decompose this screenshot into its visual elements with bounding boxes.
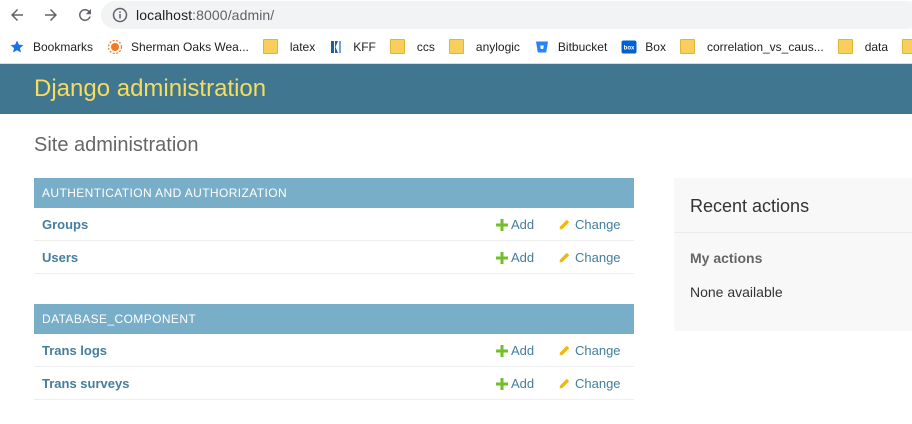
bookmark-bitbucket[interactable]: Bitbucket [526,35,613,59]
arrow-right-icon [45,9,57,21]
bookmark-label: ccs [416,39,435,54]
app-module-auth: Authentication and Authorization Groups … [34,178,634,274]
model-row-trans-logs: Trans logs Add Change [34,334,634,367]
change-label: Change [575,217,621,232]
pencil-icon [559,252,570,262]
back-button[interactable] [7,5,27,25]
folder-icon [389,39,405,54]
add-label: Add [511,376,535,391]
add-label: Add [511,343,535,358]
add-link[interactable]: Add [496,217,534,232]
plus-icon [496,344,508,357]
bookmark-label: KFF [353,39,376,54]
add-link[interactable]: Add [496,376,534,391]
model-link[interactable]: Trans logs [42,343,107,358]
url-path: :8000/admin/ [192,7,275,23]
bookmark-label: Sherman Oaks Wea... [131,39,249,54]
folder-icon [262,39,278,54]
bookmark-label: Bitbucket [557,39,608,54]
bookmark-label: Bookmarks [33,39,94,54]
add-link[interactable]: Add [496,250,534,265]
folder-icon [902,39,912,54]
add-label: Add [511,217,535,232]
change-link[interactable]: Change [558,217,621,232]
forward-button[interactable] [41,5,61,25]
bookmark-ccs[interactable]: ccs [382,35,441,59]
add-link[interactable]: Add [496,343,534,358]
bookmark-label: correlation_vs_caus... [706,39,824,54]
model-link[interactable]: Groups [42,217,88,232]
info-icon[interactable] [112,7,128,23]
bookmark-overflow[interactable] [894,35,912,59]
add-label: Add [511,250,535,265]
site-branding[interactable]: Django administration [34,75,266,103]
bookmark-data[interactable]: data [830,35,894,59]
folder-icon [448,39,464,54]
admin-header: Django administration [0,64,912,114]
recent-actions-panel: Recent actions My actions None available [674,178,912,331]
change-label: Change [575,343,621,358]
model-row-trans-surveys: Trans surveys Add Change [34,367,634,400]
change-link[interactable]: Change [558,250,621,265]
url-text: localhost:8000/admin/ [136,7,274,23]
bookmark-kff[interactable]: KFF [321,35,382,59]
bookmark-label: data [864,39,889,54]
kff-icon [331,40,342,53]
model-link[interactable]: Users [42,250,78,265]
change-link[interactable]: Change [558,376,621,391]
change-link[interactable]: Change [558,343,621,358]
bookmark-sherman-oaks[interactable]: Sherman Oaks Wea... [99,35,255,59]
bitbucket-icon [535,41,548,52]
url-host: localhost [136,7,193,23]
module-caption[interactable]: Authentication and Authorization [34,178,634,208]
weather-icon [107,39,123,54]
star-icon [10,40,24,52]
divider [674,232,912,233]
bookmark-latex[interactable]: latex [255,35,321,59]
reload-icon [78,8,91,21]
pencil-icon [559,219,570,229]
pencil-icon [559,345,570,355]
page-title: Site administration [34,134,199,156]
svg-text:box: box [624,45,635,51]
bookmark-label: latex [289,39,316,54]
change-label: Change [575,376,621,391]
box-icon: box [621,40,637,53]
bookmark-box[interactable]: box Box [613,35,672,59]
change-label: Change [575,250,621,265]
pencil-icon [559,378,570,388]
bookmark-anylogic[interactable]: anylogic [441,35,526,59]
my-actions-heading: My actions [690,250,763,266]
folder-icon [837,39,853,54]
model-link[interactable]: Trans surveys [42,376,129,391]
module-caption[interactable]: Database_component [34,304,634,334]
bookmarks-bar: Bookmarks Sherman Oaks Wea... latex KFF … [0,30,912,64]
model-row-users: Users Add Change [34,241,634,274]
folder-icon [679,39,695,54]
bookmark-label: anylogic [475,39,520,54]
no-actions-text: None available [690,284,783,300]
plus-icon [496,218,508,231]
plus-icon [496,377,508,390]
recent-actions-title: Recent actions [690,196,810,216]
browser-toolbar: localhost:8000/admin/ [0,0,912,30]
app-module-database-component: Database_component Trans logs Add Change… [34,304,634,400]
address-bar[interactable]: localhost:8000/admin/ [101,1,912,29]
reload-button[interactable] [75,5,95,25]
bookmark-label: Box [645,39,666,54]
plus-icon [496,251,508,264]
bookmark-correlation[interactable]: correlation_vs_caus... [672,35,830,59]
bookmark-bookmarks[interactable]: Bookmarks [0,35,99,59]
model-row-groups: Groups Add Change [34,208,634,241]
arrow-left-icon [11,9,23,21]
